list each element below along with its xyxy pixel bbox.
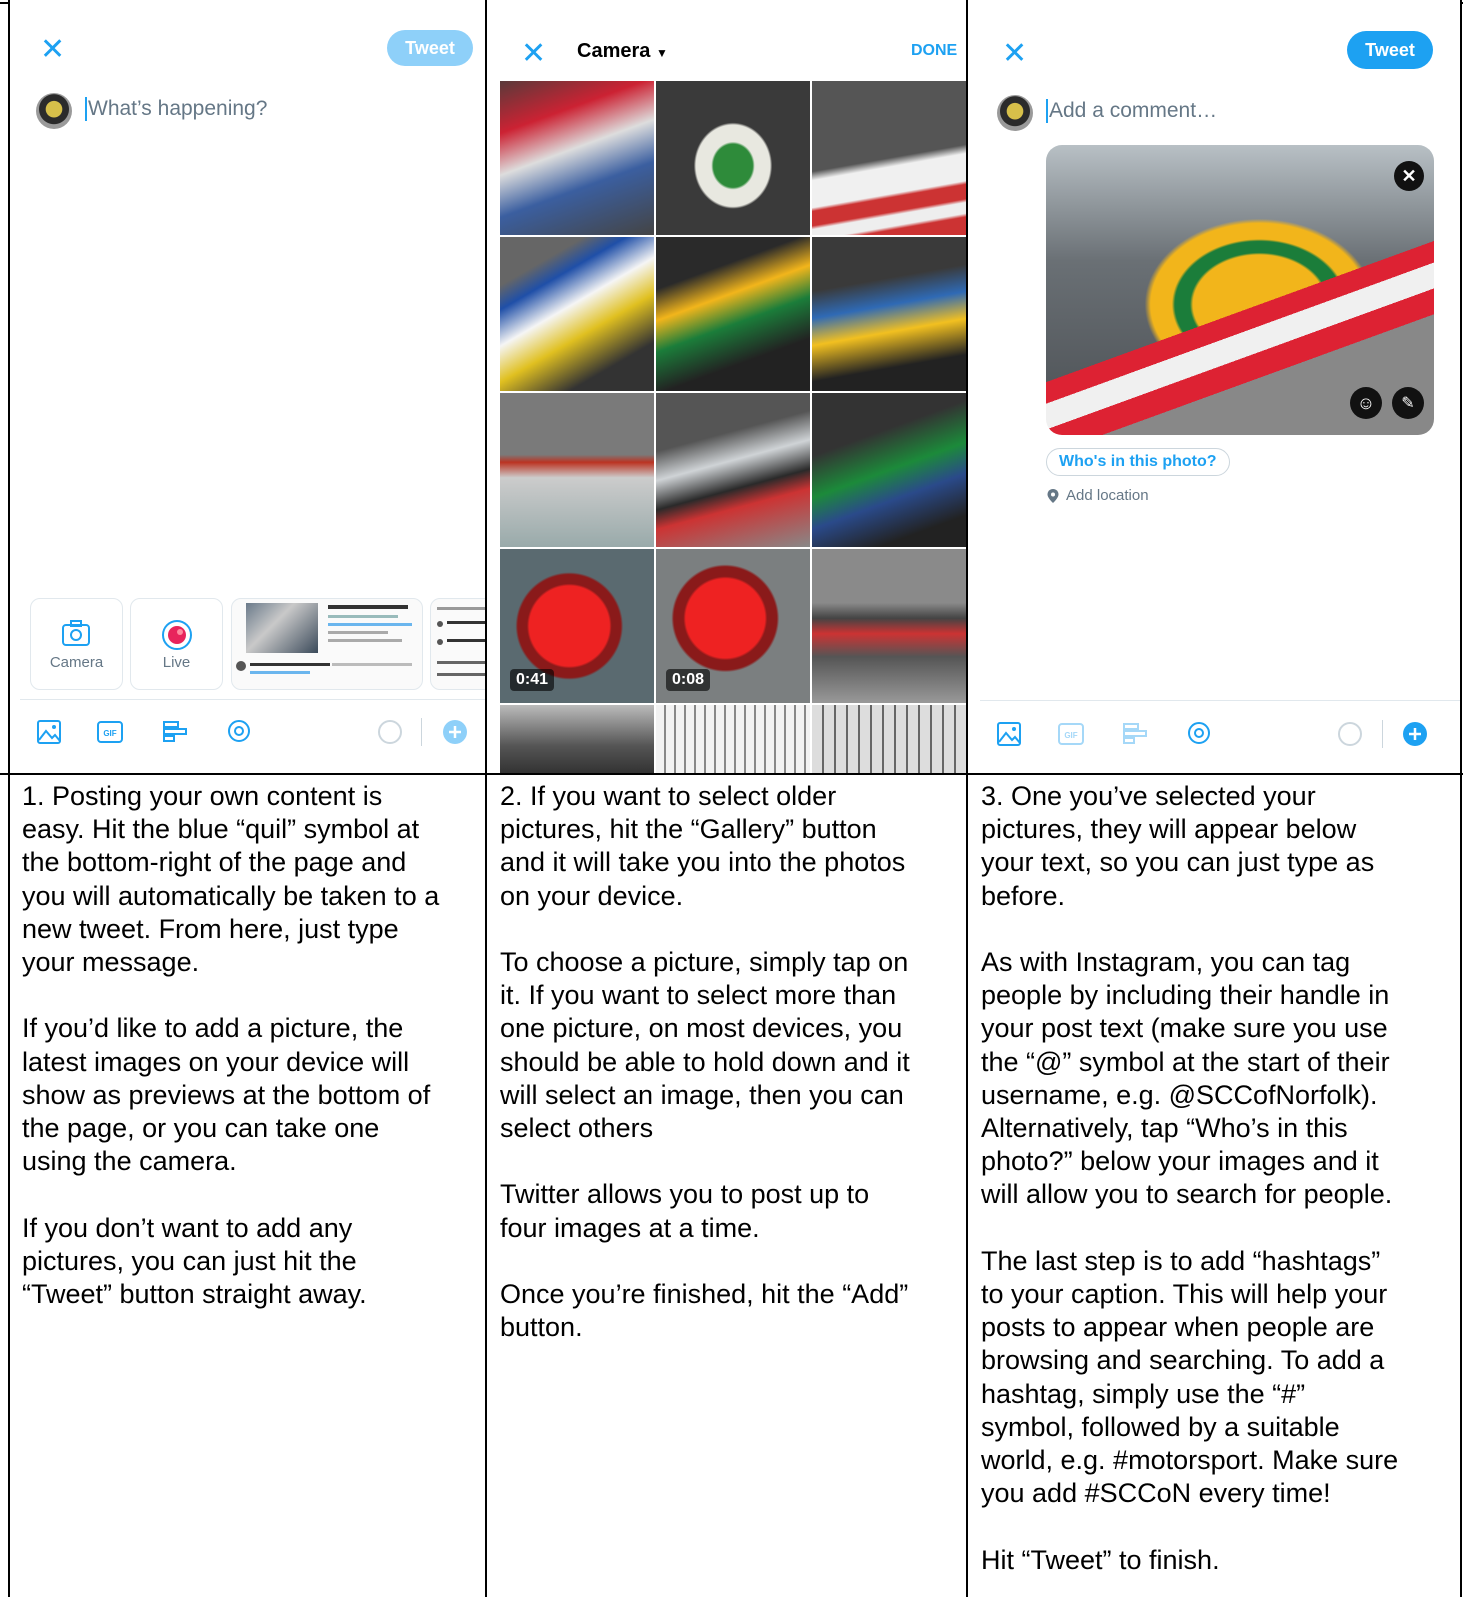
avatar	[997, 95, 1033, 131]
text-cursor	[1046, 99, 1048, 124]
gallery-dropdown[interactable]: Camera ▼	[577, 40, 668, 63]
avatar	[36, 93, 72, 129]
tweet-text-input[interactable]: What’s happening?	[85, 97, 268, 122]
photo-thumbnail[interactable]	[656, 237, 810, 391]
photo-thumbnail[interactable]	[812, 81, 966, 235]
add-tweet-icon[interactable]	[1402, 721, 1428, 747]
svg-text:GIF: GIF	[1064, 731, 1077, 740]
live-icon	[162, 620, 192, 650]
photo-thumbnail[interactable]	[812, 705, 966, 773]
chevron-down-icon: ▼	[655, 46, 668, 60]
attached-photo: ✕ ☺ ✎	[1046, 145, 1434, 435]
photo-thumbnail[interactable]	[500, 705, 654, 773]
compose-with-photo-screenshot: ✕ Tweet Add a comment… ✕ ☺ ✎ Who's in th…	[968, 2, 1460, 773]
text-cursor	[85, 97, 87, 122]
location-pin-icon	[1047, 488, 1059, 503]
photo-thumbnail[interactable]	[500, 81, 654, 235]
photo-thumbnail[interactable]	[812, 393, 966, 547]
tweet-placeholder: What’s happening?	[88, 97, 268, 120]
tweet-button[interactable]: Tweet	[1347, 31, 1433, 69]
image-icon[interactable]	[996, 721, 1022, 747]
close-icon[interactable]: ✕	[521, 39, 546, 69]
gallery-title: Camera	[577, 40, 651, 62]
poll-icon[interactable]	[162, 719, 188, 745]
toolbar-separator	[1382, 720, 1383, 748]
photo-thumbnail[interactable]	[656, 81, 810, 235]
recent-image-preview[interactable]	[231, 598, 423, 690]
image-icon[interactable]	[36, 719, 62, 745]
table-border-right	[1460, 0, 1462, 1597]
svg-text:GIF: GIF	[103, 729, 116, 738]
poll-icon	[1123, 723, 1147, 744]
edit-brush-icon[interactable]: ✎	[1392, 387, 1424, 419]
recent-image-preview[interactable]	[430, 598, 485, 690]
close-icon[interactable]: ✕	[40, 35, 65, 65]
photo-thumbnail[interactable]	[500, 237, 654, 391]
location-icon[interactable]	[226, 719, 252, 745]
video-thumbnail[interactable]: 0:08	[656, 549, 810, 703]
location-icon[interactable]	[1186, 721, 1212, 747]
add-tweet-icon[interactable]	[442, 719, 468, 745]
progress-circle-icon	[1338, 722, 1362, 746]
video-duration: 0:41	[510, 669, 555, 691]
photo-thumbnail[interactable]	[500, 393, 654, 547]
photo-thumbnail[interactable]	[656, 705, 810, 773]
photo-grid: 0:41 0:08	[500, 81, 966, 773]
done-button[interactable]: DONE	[911, 42, 957, 60]
camera-gallery-screenshot: ✕ Camera ▼ DONE 0:41 0:08	[487, 2, 966, 773]
toolbar-separator	[421, 718, 422, 746]
live-label: Live	[162, 654, 191, 671]
add-location-label: Add location	[1066, 487, 1149, 504]
table-row-divider	[0, 773, 1463, 775]
video-thumbnail[interactable]: 0:41	[500, 549, 654, 703]
step-1-text: 1. Posting your own content is easy. Hit…	[22, 781, 440, 1310]
live-tile[interactable]: Live	[130, 598, 223, 690]
camera-label: Camera	[49, 654, 104, 671]
step-2-text: 2. If you want to select older pictures,…	[500, 781, 910, 1343]
gif-icon[interactable]: GIF	[97, 719, 123, 745]
close-icon[interactable]: ✕	[1002, 39, 1027, 69]
camera-tile[interactable]: Camera	[30, 598, 123, 690]
comment-placeholder: Add a comment…	[1049, 99, 1218, 122]
step-3-text: 3. One you’ve selected your pictures, th…	[981, 781, 1399, 1575]
photo-thumbnail[interactable]	[812, 237, 966, 391]
tweet-button[interactable]: Tweet	[387, 30, 473, 66]
add-location-button[interactable]: Add location	[1046, 487, 1149, 504]
camera-icon	[62, 620, 90, 646]
progress-circle-icon	[378, 720, 402, 744]
photo-thumbnail[interactable]	[656, 393, 810, 547]
gif-icon: GIF	[1058, 723, 1084, 745]
photo-thumbnail[interactable]	[812, 549, 966, 703]
video-duration: 0:08	[666, 669, 711, 691]
tag-people-button[interactable]: Who's in this photo?	[1046, 448, 1230, 476]
toolbar-divider	[20, 699, 485, 700]
compose-tweet-screenshot: ✕ Tweet What’s happening? Camera Live GI…	[10, 2, 485, 773]
remove-photo-icon[interactable]: ✕	[1394, 161, 1424, 191]
sticker-icon[interactable]: ☺	[1350, 387, 1382, 419]
comment-text-input[interactable]: Add a comment…	[1046, 99, 1218, 124]
toolbar-divider	[980, 700, 1460, 701]
